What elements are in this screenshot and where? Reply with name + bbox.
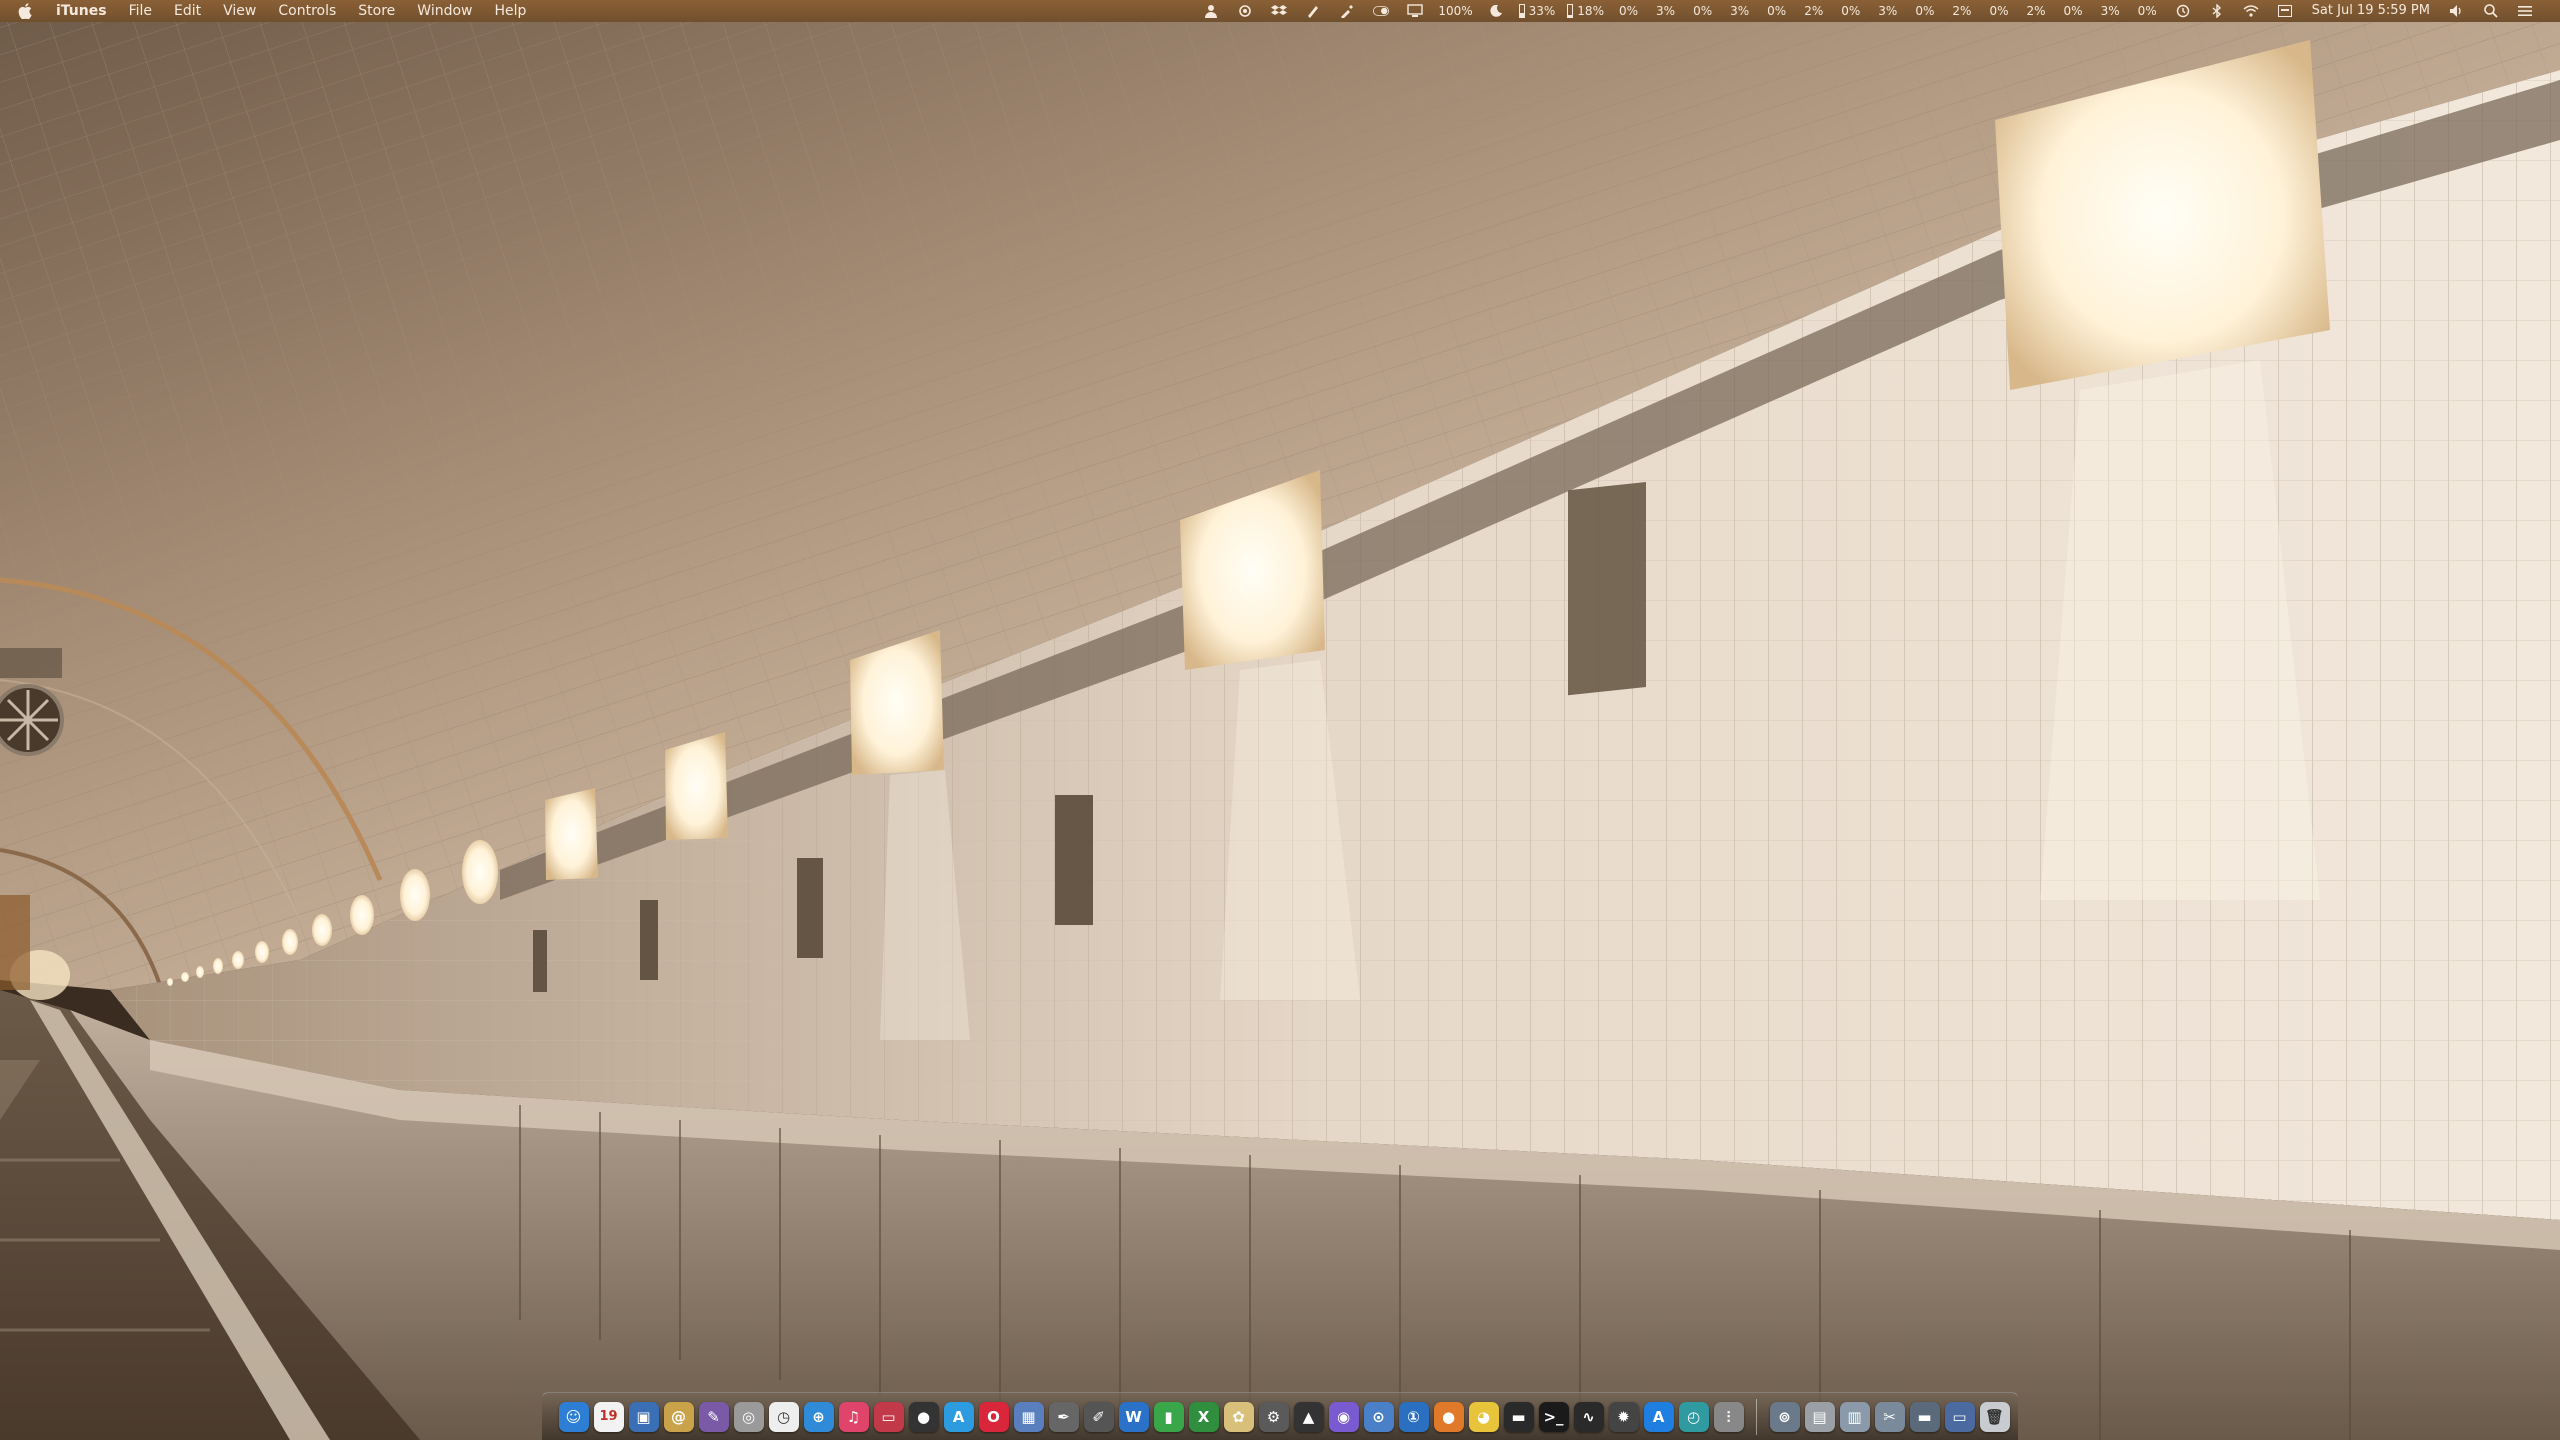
trash-icon[interactable]: 🗑 xyxy=(1979,1401,2010,1432)
gift-icon[interactable]: ✿ xyxy=(1223,1401,1254,1432)
activity-monitor-icon[interactable]: ∿ xyxy=(1573,1401,1604,1432)
mail-icon[interactable]: @ xyxy=(663,1401,694,1432)
camera-icon[interactable]: ● xyxy=(908,1401,939,1432)
settings-icon[interactable]: ⚙ xyxy=(1258,1401,1289,1432)
pen-icon[interactable]: ✐ xyxy=(1083,1401,1114,1432)
memory-meter-value: 18% xyxy=(1577,4,1604,18)
cpu-core-14: 3% xyxy=(2100,4,2120,18)
opera-icon[interactable]: O xyxy=(978,1401,1009,1432)
menu-controls[interactable]: Controls xyxy=(278,0,336,22)
menu-bar: iTunes File Edit View Controls Store Win… xyxy=(0,0,2560,22)
menu-app-name[interactable]: iTunes xyxy=(56,0,107,22)
wifi-icon[interactable] xyxy=(2243,3,2259,19)
dock-apps: ☺ 19 ▣ @ ✎ ◎ ◷ ⊕ ♫ ▭ ● A O ▦ ✒ ✐ W ▮ X ✿ ⚙ ▲ ◉ ⊙ ① ● ◕ ▬ >_ ∿ ✹ A ◴ ⫶ xyxy=(556,1401,1746,1432)
cpu-core-7: 0% xyxy=(1841,4,1861,18)
keyboard-icon[interactable] xyxy=(2277,3,2293,19)
cpu-core-10: 2% xyxy=(1952,4,1972,18)
numbers-icon[interactable]: ▮ xyxy=(1153,1401,1184,1432)
terminal-icon[interactable]: >_ xyxy=(1538,1401,1569,1432)
menu-store[interactable]: Store xyxy=(358,0,395,22)
video-icon[interactable]: ◉ xyxy=(1328,1401,1359,1432)
menu-clock[interactable]: Sat Jul 19 5:59 PM xyxy=(2312,0,2430,22)
menu-help[interactable]: Help xyxy=(495,0,527,22)
1password-icon[interactable]: ① xyxy=(1398,1401,1429,1432)
dropbox-icon[interactable] xyxy=(1271,3,1288,19)
cpu-core-12: 2% xyxy=(2026,4,2046,18)
dock-utilities: ⊚ ▤ ▥ ✂ ▬ ▭ 🗑 xyxy=(1767,1401,2012,1432)
cpu-core-13: 0% xyxy=(2063,4,2083,18)
bluetooth-icon[interactable] xyxy=(2209,3,2225,19)
pen-tablet-icon[interactable]: ✒ xyxy=(1048,1401,1079,1432)
word-icon[interactable]: W xyxy=(1118,1401,1149,1432)
terminal-dark-icon[interactable]: ▬ xyxy=(1503,1401,1534,1432)
spotlight-search-icon[interactable] xyxy=(2483,3,2499,19)
preview-icon[interactable]: ▣ xyxy=(628,1401,659,1432)
pen-tool-icon[interactable] xyxy=(1305,3,1321,19)
system-info-icon[interactable]: ⊙ xyxy=(1363,1401,1394,1432)
applications-stack-icon[interactable]: ✂ xyxy=(1874,1401,1905,1432)
cpu-core-5: 0% xyxy=(1767,4,1787,18)
app-store-blue-icon[interactable]: A xyxy=(1643,1401,1674,1432)
notification-center-icon[interactable] xyxy=(2517,3,2533,19)
memory-meter-bar xyxy=(1567,4,1574,18)
time-machine-icon[interactable]: ◴ xyxy=(1678,1401,1709,1432)
history-icon[interactable] xyxy=(2175,3,2191,19)
cpu-core-4: 3% xyxy=(1730,4,1750,18)
app-store-icon[interactable]: A xyxy=(943,1401,974,1432)
cpu-core-6: 2% xyxy=(1804,4,1824,18)
disk-utility-icon[interactable]: ◎ xyxy=(733,1401,764,1432)
itunes-icon[interactable]: ♫ xyxy=(838,1401,869,1432)
tunnel-photo xyxy=(0,0,2560,1440)
excel-icon[interactable]: X xyxy=(1188,1401,1219,1432)
calendar-icon[interactable]: 19 xyxy=(593,1401,624,1432)
safari-icon[interactable]: ⊕ xyxy=(803,1401,834,1432)
cpu-core-11: 0% xyxy=(1989,4,2009,18)
moon-icon[interactable] xyxy=(1488,3,1504,19)
screen-icon[interactable] xyxy=(1407,3,1424,19)
documents-stack-icon[interactable]: ▬ xyxy=(1909,1401,1940,1432)
apple-menu-icon[interactable] xyxy=(18,2,34,20)
chrome-icon[interactable]: ◕ xyxy=(1468,1401,1499,1432)
battery-meter-bar xyxy=(1518,4,1525,18)
cpu-core-3: 0% xyxy=(1693,4,1713,18)
eyedropper-icon[interactable] xyxy=(1339,3,1355,19)
cpu-core-15: 0% xyxy=(2137,4,2157,18)
image-capture-icon[interactable]: ▦ xyxy=(1013,1401,1044,1432)
sync-icon[interactable] xyxy=(1237,3,1253,19)
menu-window[interactable]: Window xyxy=(417,0,472,22)
zoom-level: 100% xyxy=(1438,4,1473,18)
dock-separator xyxy=(1756,1398,1757,1435)
toggle-icon[interactable] xyxy=(1373,3,1390,19)
photo-booth-icon[interactable]: ▭ xyxy=(873,1401,904,1432)
memory-meter[interactable]: 18% xyxy=(1567,0,1604,22)
finder-icon[interactable]: ☺ xyxy=(558,1401,589,1432)
cpu-core-1: 0% xyxy=(1618,4,1639,18)
menu-edit[interactable]: Edit xyxy=(174,0,201,22)
dock: ☺ 19 ▣ @ ✎ ◎ ◷ ⊕ ♫ ▭ ● A O ▦ ✒ ✐ W ▮ X ✿ ⚙ ▲ ◉ ⊙ ① ● ◕ ▬ >_ ∿ ✹ A ◴ ⫶ ⊚ ▤ ▥… xyxy=(542,1392,2018,1440)
audio-icon[interactable]: ⫶ xyxy=(1713,1401,1744,1432)
downloads-stack-icon[interactable]: ⊚ xyxy=(1769,1401,1800,1432)
folder-stack-icon[interactable]: ▥ xyxy=(1839,1401,1870,1432)
cpu-core-9: 0% xyxy=(1915,4,1935,18)
menu-view[interactable]: View xyxy=(223,0,256,22)
user-icon[interactable] xyxy=(1203,3,1219,19)
cpu-core-2: 3% xyxy=(1656,4,1676,18)
fruit-icon[interactable]: ● xyxy=(1433,1401,1464,1432)
desktop-wallpaper xyxy=(0,0,2560,1440)
menu-file[interactable]: File xyxy=(129,0,152,22)
clock-icon[interactable]: ◷ xyxy=(768,1401,799,1432)
volume-icon[interactable] xyxy=(2449,3,2465,19)
network-icon[interactable]: ✹ xyxy=(1608,1401,1639,1432)
cpu-core-8: 3% xyxy=(1878,4,1898,18)
desktop-stack-icon[interactable]: ▭ xyxy=(1944,1401,1975,1432)
battery-meter[interactable]: 33% xyxy=(1518,0,1556,22)
photo-app-icon[interactable]: ✎ xyxy=(698,1401,729,1432)
printer-icon[interactable]: ▤ xyxy=(1804,1401,1835,1432)
battery-meter-value: 33% xyxy=(1528,4,1556,18)
vlc-icon[interactable]: ▲ xyxy=(1293,1401,1324,1432)
